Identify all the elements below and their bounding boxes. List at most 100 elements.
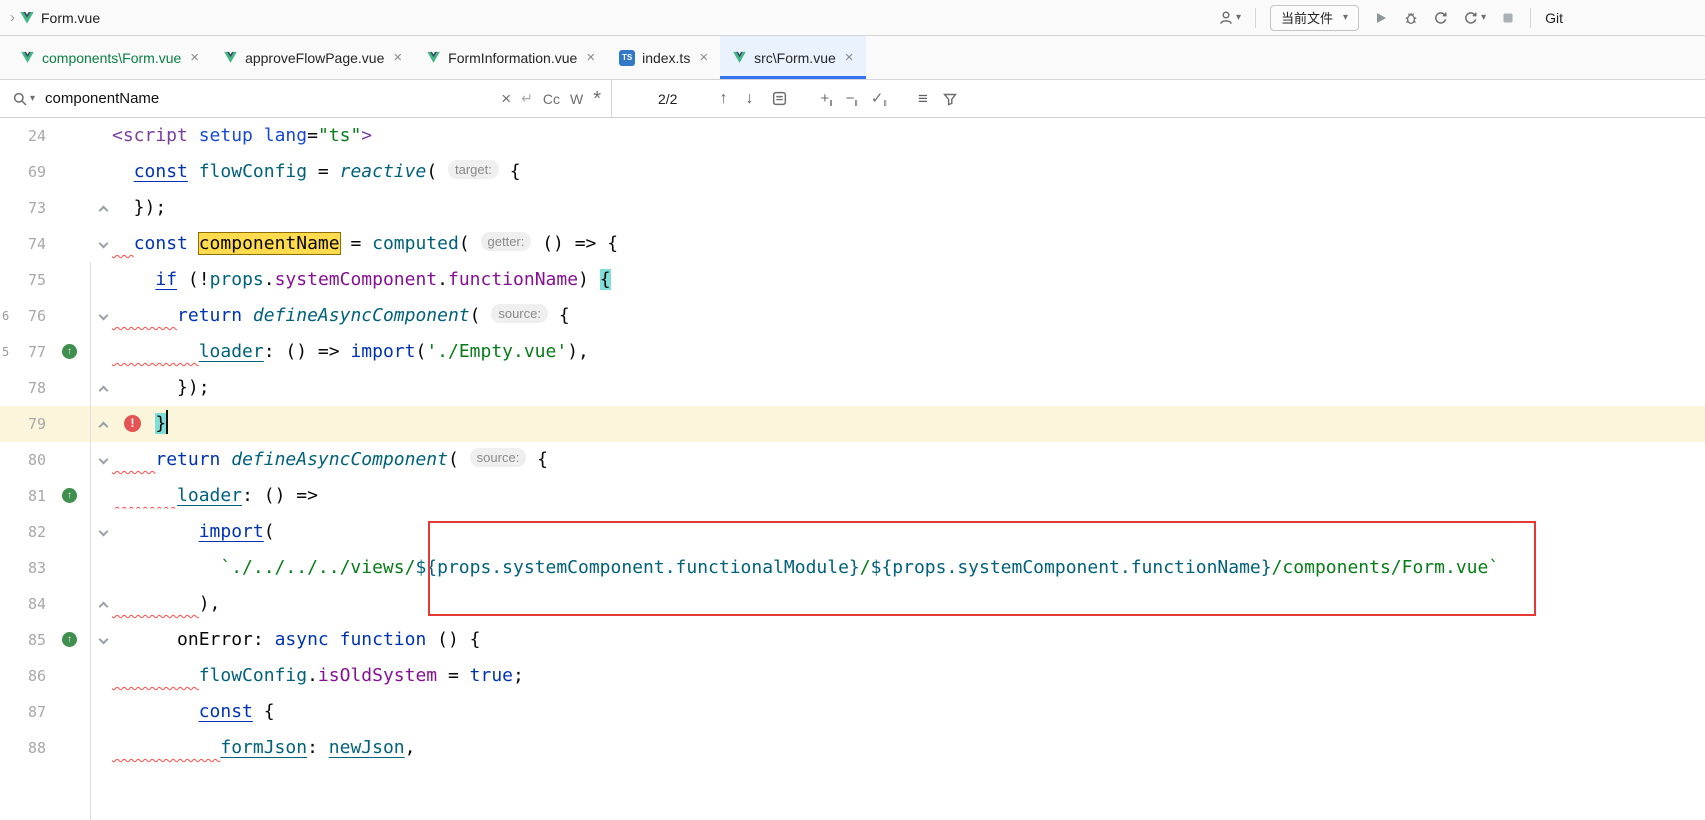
find-toolbar: ▾ componentName × ↵ Cc W * 2/2 ↑ ↓ +II −… bbox=[0, 80, 1705, 118]
code-line-80[interactable]: 80 return defineAsyncComponent( source: … bbox=[0, 442, 1705, 478]
fold-marker-icon[interactable] bbox=[99, 422, 109, 432]
tab-approveflowpage-vue[interactable]: approveFlowPage.vue × bbox=[211, 36, 414, 79]
code-line-84[interactable]: 84 ), bbox=[0, 586, 1705, 622]
line-number[interactable]: 76 bbox=[0, 298, 46, 334]
search-input[interactable]: componentName bbox=[45, 90, 159, 107]
line-number[interactable]: 75 bbox=[0, 262, 46, 298]
next-occurrence-icon[interactable]: ↓ bbox=[745, 90, 753, 108]
fold-marker-icon[interactable] bbox=[99, 635, 109, 645]
run-icon[interactable] bbox=[1373, 10, 1389, 26]
select-all-matches-icon[interactable]: ✓II bbox=[871, 89, 886, 108]
code-line-85[interactable]: 85↑ onError: async function () { bbox=[0, 622, 1705, 658]
chevron-down-icon: ▾ bbox=[1481, 12, 1486, 23]
tab-label: components\Form.vue bbox=[42, 50, 181, 66]
match-case-toggle[interactable]: Cc bbox=[543, 91, 560, 107]
previous-occurrence-icon[interactable]: ↑ bbox=[719, 90, 727, 108]
code-text: const flowConfig = reactive( target: { bbox=[112, 154, 521, 190]
clear-search-icon[interactable]: × bbox=[501, 89, 511, 109]
line-number[interactable]: 69 bbox=[0, 154, 46, 190]
chevron-down-icon: ▾ bbox=[30, 93, 35, 104]
select-all-occurrences-icon[interactable] bbox=[771, 90, 788, 107]
tab-src-form-vue[interactable]: src\Form.vue × bbox=[720, 36, 865, 79]
code-line-76[interactable]: 676 return defineAsyncComponent( source:… bbox=[0, 298, 1705, 334]
fold-marker-icon[interactable] bbox=[99, 239, 109, 249]
line-number[interactable]: 82 bbox=[0, 514, 46, 550]
add-selection-icon[interactable]: +II bbox=[820, 90, 831, 108]
line-number[interactable]: 24 bbox=[0, 118, 46, 154]
line-number[interactable]: 81 bbox=[0, 478, 46, 514]
line-number[interactable]: 80 bbox=[0, 442, 46, 478]
fold-marker-icon[interactable] bbox=[99, 386, 109, 396]
line-number[interactable]: 85 bbox=[0, 622, 46, 658]
gutter-arrow-icon[interactable]: ↑ bbox=[62, 632, 77, 647]
line-number[interactable]: 86 bbox=[0, 658, 46, 694]
stop-icon[interactable] bbox=[1500, 10, 1516, 26]
line-number[interactable]: 79 bbox=[0, 406, 46, 442]
code-line-77[interactable]: 577↑ loader: () => import('./Empty.vue')… bbox=[0, 334, 1705, 370]
rerun-icon[interactable]: ▾ bbox=[1463, 10, 1486, 26]
tab-forminformation-vue[interactable]: FormInformation.vue × bbox=[414, 36, 607, 79]
code-text: return defineAsyncComponent( source: { bbox=[112, 298, 570, 334]
code-editor[interactable]: 24<script setup lang="ts">69 const flowC… bbox=[0, 118, 1705, 820]
line-number[interactable]: 77 bbox=[0, 334, 46, 370]
divider bbox=[1530, 8, 1531, 28]
code-line-83[interactable]: 83 `./../../../views/${props.systemCompo… bbox=[0, 550, 1705, 586]
code-line-69[interactable]: 69 const flowConfig = reactive( target: … bbox=[0, 154, 1705, 190]
gutter-arrow-icon[interactable]: ↑ bbox=[62, 344, 77, 359]
code-text: const componentName = computed( getter: … bbox=[112, 226, 618, 262]
close-icon[interactable]: × bbox=[586, 49, 595, 66]
close-icon[interactable]: × bbox=[190, 49, 199, 66]
run-configuration-button[interactable]: 当前文件 ▾ bbox=[1270, 5, 1359, 31]
search-icon[interactable]: ▾ bbox=[12, 91, 35, 107]
line-number[interactable]: 83 bbox=[0, 550, 46, 586]
line-number[interactable]: 73 bbox=[0, 190, 46, 226]
code-line-88[interactable]: 88 formJson: newJson, bbox=[0, 730, 1705, 766]
line-number[interactable]: 88 bbox=[0, 730, 46, 766]
code-text: }); bbox=[112, 190, 166, 226]
user-icon[interactable]: ▾ bbox=[1218, 10, 1241, 26]
filter-icon[interactable] bbox=[942, 91, 958, 107]
newline-icon[interactable]: ↵ bbox=[521, 90, 533, 107]
tab-label: src\Form.vue bbox=[754, 50, 836, 66]
profile-icon[interactable] bbox=[1433, 10, 1449, 26]
close-icon[interactable]: × bbox=[393, 49, 402, 66]
fold-marker-icon[interactable] bbox=[99, 206, 109, 216]
gutter-arrow-icon[interactable]: ↑ bbox=[62, 488, 77, 503]
code-line-73[interactable]: 73 }); bbox=[0, 190, 1705, 226]
code-line-82[interactable]: 82 import( bbox=[0, 514, 1705, 550]
whole-words-toggle[interactable]: W bbox=[570, 91, 583, 107]
fold-marker-icon[interactable] bbox=[99, 602, 109, 612]
fold-marker-icon[interactable] bbox=[99, 455, 109, 465]
search-field[interactable]: ▾ componentName × ↵ Cc W * bbox=[0, 80, 612, 117]
fold-marker-icon[interactable] bbox=[99, 311, 109, 321]
regex-toggle[interactable]: * bbox=[593, 94, 601, 104]
git-menu[interactable]: Git bbox=[1545, 10, 1563, 26]
close-icon[interactable]: × bbox=[845, 49, 854, 66]
fold-marker-icon[interactable] bbox=[99, 527, 109, 537]
code-line-81[interactable]: 81↑ loader: () => bbox=[0, 478, 1705, 514]
line-number[interactable]: 78 bbox=[0, 370, 46, 406]
text-caret bbox=[166, 410, 168, 434]
window-title: Form.vue bbox=[41, 10, 100, 26]
tab-index-ts[interactable]: TS index.ts × bbox=[607, 36, 720, 79]
line-number[interactable]: 74 bbox=[0, 226, 46, 262]
code-area[interactable]: 24<script setup lang="ts">69 const flowC… bbox=[0, 118, 1705, 766]
debug-icon[interactable] bbox=[1403, 10, 1419, 26]
search-options-icon[interactable]: ≡ bbox=[918, 89, 928, 109]
code-line-79[interactable]: 79! } bbox=[0, 406, 1705, 442]
line-number[interactable]: 84 bbox=[0, 586, 46, 622]
code-text: `./../../../views/${props.systemComponen… bbox=[112, 550, 1499, 586]
code-line-86[interactable]: 86 flowConfig.isOldSystem = true; bbox=[0, 658, 1705, 694]
code-line-78[interactable]: 78 }); bbox=[0, 370, 1705, 406]
code-line-74[interactable]: 74 const componentName = computed( gette… bbox=[0, 226, 1705, 262]
close-icon[interactable]: × bbox=[699, 49, 708, 66]
error-icon[interactable]: ! bbox=[124, 415, 141, 432]
remove-selection-icon[interactable]: −II bbox=[846, 90, 857, 108]
code-line-24[interactable]: 24<script setup lang="ts"> bbox=[0, 118, 1705, 154]
titlebar: › Form.vue ▾ 当前文件 ▾ ▾ Git bbox=[0, 0, 1705, 36]
line-number[interactable]: 87 bbox=[0, 694, 46, 730]
divider bbox=[1255, 8, 1256, 28]
code-line-75[interactable]: 75 if (!props.systemComponent.functionNa… bbox=[0, 262, 1705, 298]
code-line-87[interactable]: 87 const { bbox=[0, 694, 1705, 730]
tab-components-form-vue[interactable]: components\Form.vue × bbox=[8, 36, 211, 79]
